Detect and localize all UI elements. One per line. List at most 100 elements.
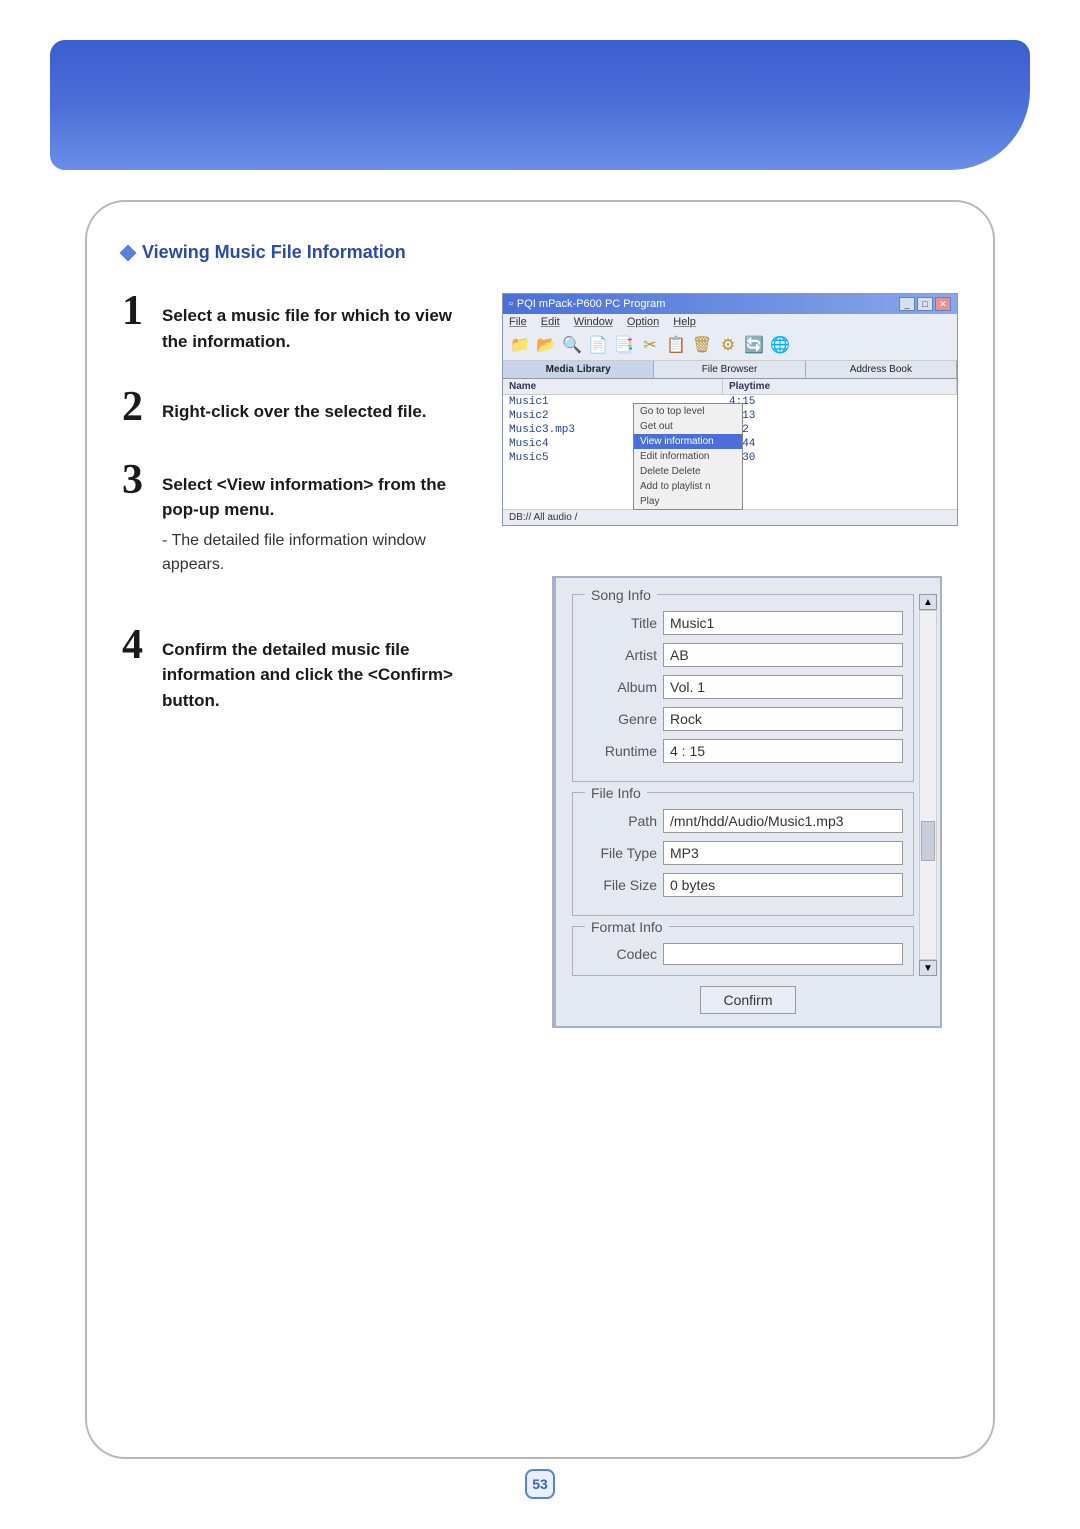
page-number-badge: 53 [525, 1469, 555, 1499]
format-info-legend: Format Info [585, 919, 669, 935]
step-body: Select a music file for which to view th… [162, 293, 472, 354]
toolbar-icon[interactable]: ⚙ [717, 334, 739, 356]
toolbar-icon[interactable]: 📑 [613, 334, 635, 356]
file-grid: Name Playtime Music1 4:15 Music2 3:13 [503, 379, 957, 509]
step-note: - The detailed file information window a… [162, 529, 472, 577]
row-path: Path /mnt/hdd/Audio/Music1.mp3 [583, 809, 903, 833]
row-album: Album Vol. 1 [583, 675, 903, 699]
cm-add-playlist[interactable]: Add to playlist n [634, 479, 742, 494]
label-filesize: File Size [583, 877, 663, 893]
view-tabs: Media Library File Browser Address Book [503, 361, 957, 379]
step-bold: Select a music file for which to view th… [162, 303, 472, 354]
content-row: 1 Select a music file for which to view … [122, 293, 958, 1028]
label-filetype: File Type [583, 845, 663, 861]
row-codec: Codec [583, 943, 903, 965]
menu-window[interactable]: Window [574, 316, 613, 328]
cm-go-top[interactable]: Go to top level [634, 404, 742, 419]
cm-play[interactable]: Play [634, 494, 742, 509]
toolbar-icon[interactable]: 🔍 [561, 334, 583, 356]
toolbar-icon[interactable]: 🗑 [691, 334, 713, 356]
file-info-dialog: ▲ ▼ Song Info Title Music1 [552, 576, 942, 1028]
row-filetype: File Type MP3 [583, 841, 903, 865]
col-playtime[interactable]: Playtime [723, 379, 957, 394]
toolbar-icon[interactable]: 🔄 [743, 334, 765, 356]
menu-edit[interactable]: Edit [541, 316, 560, 328]
value-runtime[interactable]: 4 : 15 [663, 739, 903, 763]
cm-delete[interactable]: Delete Delete [634, 464, 742, 479]
cm-edit-info[interactable]: Edit information [634, 449, 742, 464]
tab-file-browser[interactable]: File Browser [654, 361, 805, 378]
value-codec[interactable] [663, 943, 903, 965]
section-heading: Viewing Music File Information [122, 242, 958, 263]
step-1: 1 Select a music file for which to view … [122, 293, 472, 354]
value-path[interactable]: /mnt/hdd/Audio/Music1.mp3 [663, 809, 903, 833]
scroll-down-button[interactable]: ▼ [919, 960, 937, 976]
titlebar[interactable]: ▫ PQI mPack-P600 PC Program _ □ ✕ [503, 294, 957, 314]
menu-file[interactable]: File [509, 316, 527, 328]
label-codec: Codec [583, 946, 663, 962]
header-banner [50, 40, 1030, 170]
screenshots-column: ▫ PQI mPack-P600 PC Program _ □ ✕ File E… [502, 293, 958, 1028]
cm-view-info[interactable]: View information [634, 434, 742, 449]
scrollbar-track[interactable] [919, 610, 937, 960]
row-filesize: File Size 0 bytes [583, 873, 903, 897]
tab-media-library[interactable]: Media Library [503, 361, 654, 378]
maximize-button[interactable]: □ [917, 297, 933, 311]
toolbar-icon[interactable]: 📋 [665, 334, 687, 356]
label-genre: Genre [583, 711, 663, 727]
menu-option[interactable]: Option [627, 316, 659, 328]
window-controls: _ □ ✕ [899, 297, 951, 311]
col-name[interactable]: Name [503, 379, 723, 394]
row-genre: Genre Rock [583, 707, 903, 731]
step-number: 1 [122, 293, 150, 354]
grid-header: Name Playtime [503, 379, 957, 395]
file-info-fieldset: File Info Path /mnt/hdd/Audio/Music1.mp3… [572, 792, 914, 916]
cm-get-out[interactable]: Get out [634, 419, 742, 434]
toolbar-icon[interactable]: 📄 [587, 334, 609, 356]
value-title[interactable]: Music1 [663, 611, 903, 635]
close-button[interactable]: ✕ [935, 297, 951, 311]
label-title: Title [583, 615, 663, 631]
label-path: Path [583, 813, 663, 829]
tab-address-book[interactable]: Address Book [806, 361, 957, 378]
confirm-row: Confirm [562, 986, 934, 1014]
row-runtime: Runtime 4 : 15 [583, 739, 903, 763]
step-body: Confirm the detailed music file informat… [162, 627, 472, 714]
step-4: 4 Confirm the detailed music file inform… [122, 627, 472, 714]
format-info-fieldset: Format Info Codec [572, 926, 914, 976]
value-album[interactable]: Vol. 1 [663, 675, 903, 699]
step-bold: Right-click over the selected file. [162, 399, 472, 425]
file-info-legend: File Info [585, 785, 647, 801]
toolbar-icon[interactable]: 📁 [509, 334, 531, 356]
value-filetype[interactable]: MP3 [663, 841, 903, 865]
menubar: File Edit Window Option Help [503, 314, 957, 330]
toolbar-icon[interactable]: 📂 [535, 334, 557, 356]
title-text: PQI mPack-P600 PC Program [517, 298, 666, 310]
media-library-window: ▫ PQI mPack-P600 PC Program _ □ ✕ File E… [502, 293, 958, 526]
minimize-button[interactable]: _ [899, 297, 915, 311]
step-body: Right-click over the selected file. [162, 389, 472, 427]
step-number: 3 [122, 462, 150, 577]
scrollbar-thumb[interactable] [921, 821, 935, 861]
label-album: Album [583, 679, 663, 695]
step-bold: Confirm the detailed music file informat… [162, 637, 472, 714]
step-number: 4 [122, 627, 150, 714]
steps-column: 1 Select a music file for which to view … [122, 293, 472, 1028]
step-2: 2 Right-click over the selected file. [122, 389, 472, 427]
toolbar-icon[interactable]: ✂ [639, 334, 661, 356]
app-icon: ▫ [509, 298, 513, 310]
song-info-legend: Song Info [585, 587, 657, 603]
step-3: 3 Select <View information> from the pop… [122, 462, 472, 577]
row-artist: Artist AB [583, 643, 903, 667]
value-artist[interactable]: AB [663, 643, 903, 667]
confirm-button[interactable]: Confirm [700, 986, 795, 1014]
value-genre[interactable]: Rock [663, 707, 903, 731]
toolbar-icon[interactable]: 🌐 [769, 334, 791, 356]
section-title-text: Viewing Music File Information [142, 242, 406, 263]
value-filesize[interactable]: 0 bytes [663, 873, 903, 897]
scroll-up-button[interactable]: ▲ [919, 594, 937, 610]
context-menu: Go to top level Get out View information… [633, 403, 743, 510]
menu-help[interactable]: Help [673, 316, 696, 328]
page: Viewing Music File Information 1 Select … [0, 0, 1080, 1529]
label-artist: Artist [583, 647, 663, 663]
